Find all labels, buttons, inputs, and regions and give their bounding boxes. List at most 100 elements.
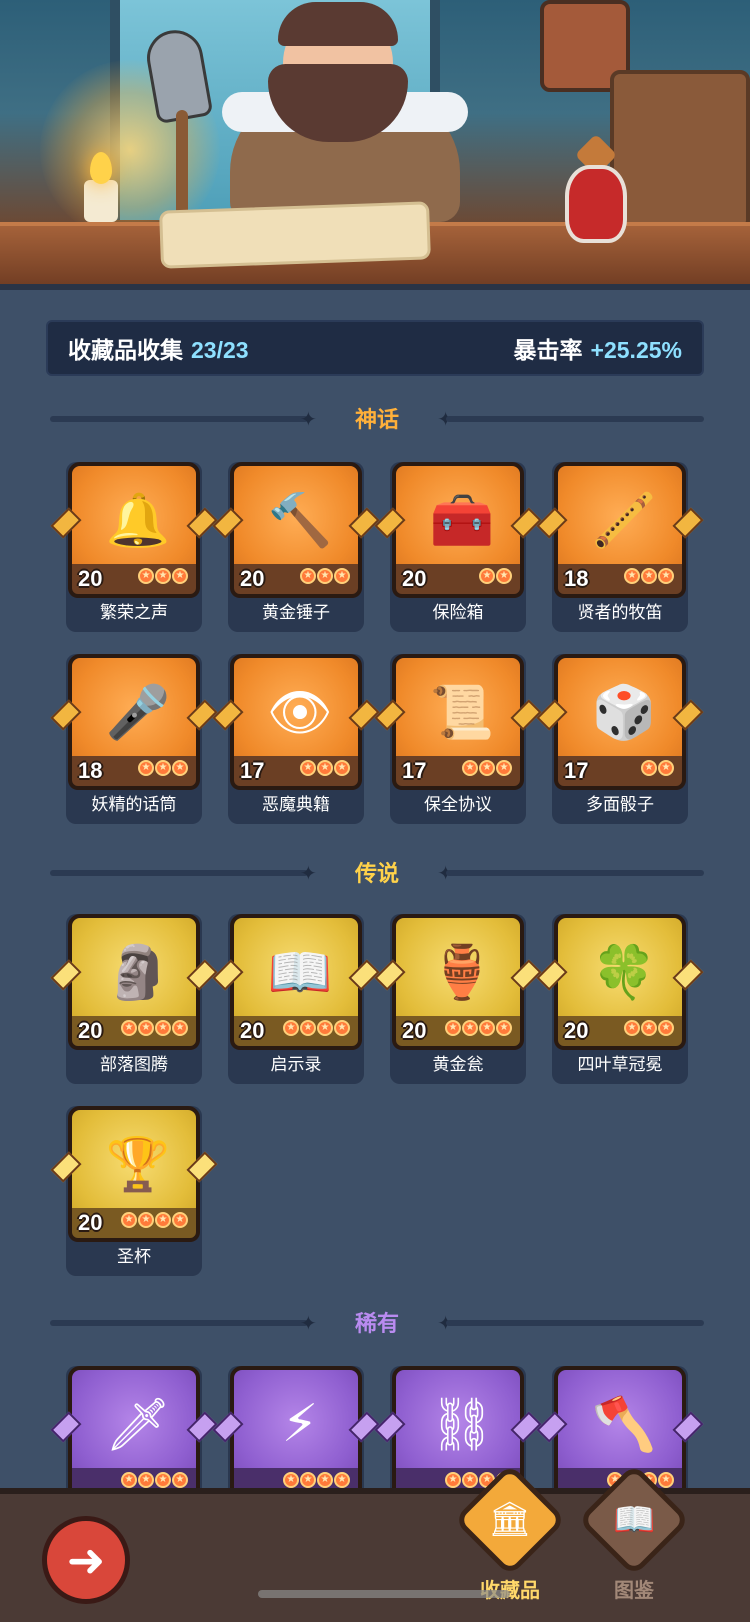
collectible-card[interactable]: 🎲 17 ★ ★ 多面骰子	[536, 654, 704, 824]
home-indicator	[258, 1590, 510, 1598]
collectible-card[interactable]: 🗿 20 ★ ★ ★ ★ 部落图腾	[50, 914, 218, 1084]
candle-decoration	[84, 180, 118, 222]
level-bar: 20 ★ ★ ★ ★	[230, 1016, 362, 1050]
item-level: 17	[402, 758, 427, 783]
star-rating: ★★★★	[445, 1020, 512, 1036]
star-icon: ★	[334, 1472, 350, 1488]
star-icon: ★	[334, 568, 350, 584]
item-name: 保全协议	[424, 795, 492, 814]
star-icon: ★	[641, 1020, 657, 1036]
collectible-card[interactable]: 🏆 20 ★ ★ ★ ★ 圣杯	[50, 1106, 218, 1276]
crit-value: +25.25%	[590, 337, 682, 363]
star-icon: ★	[283, 1020, 299, 1036]
scroll-icon: 📜	[429, 682, 495, 743]
candle-flame	[90, 152, 112, 184]
star-icon: ★	[121, 1472, 137, 1488]
microphone-icon: 🎤	[105, 682, 171, 743]
star-rating: ★ ★	[641, 760, 674, 776]
diamond-icon: ✦	[300, 407, 317, 431]
collectible-card[interactable]: 🎤 18 ★ ★ ★ 妖精的话筒	[50, 654, 218, 824]
level-bar: 17 ★ ★ ★	[230, 756, 362, 790]
open-book-icon: 📖	[267, 942, 333, 1003]
star-icon: ★	[155, 1212, 171, 1228]
star-icon: ★	[172, 568, 188, 584]
star-icon: ★	[138, 760, 154, 776]
bell-icon: 🔔	[105, 490, 171, 551]
item-level: 18	[78, 758, 103, 783]
divider-line	[446, 1320, 704, 1326]
collectible-card[interactable]: 🪈 18 ★ ★ ★ 贤者的牧笛	[536, 462, 704, 632]
star-icon: ★	[300, 760, 316, 776]
demon-book-icon: 👁	[266, 682, 333, 743]
item-level: 17	[240, 758, 265, 783]
collectible-card[interactable]: 🍀 20 ★ ★ ★ 四叶草冠冕	[536, 914, 704, 1084]
lightning-gem-icon: ⚡	[281, 1394, 319, 1454]
back-button[interactable]: ➜	[42, 1516, 130, 1604]
bottom-nav: ➜ 🏛 收藏品 📖 图鉴	[0, 1463, 750, 1622]
star-icon: ★	[172, 1472, 188, 1488]
star-rating: ★ ★ ★	[624, 1020, 674, 1036]
star-icon: ★	[172, 1020, 188, 1036]
item-level: 20	[78, 1018, 103, 1043]
crit-label: 暴击率	[513, 337, 583, 363]
item-name: 四叶草冠冕	[577, 1055, 663, 1074]
shovel-handle	[176, 110, 188, 220]
treasure-map-decoration	[159, 201, 431, 269]
star-icon: ★	[138, 1212, 154, 1228]
star-rating: ★ ★ ★	[300, 760, 350, 776]
star-icon: ★	[334, 1020, 350, 1036]
grail-icon: 🏆	[105, 1134, 171, 1195]
level-bar: 20 ★ ★ ★ ★	[392, 1016, 524, 1050]
collectible-card[interactable]: 📜 17 ★ ★ ★ 保全协议	[374, 654, 542, 824]
tab-collection[interactable]: 🏛 收藏品	[453, 1463, 567, 1604]
star-rating: ★★★★	[121, 1020, 188, 1036]
star-rating: ★ ★ ★	[138, 568, 188, 584]
item-level: 20	[240, 1018, 265, 1043]
flute-icon: 🪈	[591, 490, 657, 551]
item-level: 20	[402, 566, 427, 591]
tab-collection-label: 收藏品	[480, 1580, 540, 1602]
star-icon: ★	[300, 568, 316, 584]
star-icon: ★	[172, 760, 188, 776]
collection-value: 23/23	[191, 337, 249, 363]
tab-codex[interactable]: 📖 图鉴	[577, 1463, 691, 1604]
item-name: 圣杯	[117, 1247, 151, 1266]
collectible-card[interactable]: 👁 17 ★ ★ ★ 恶魔典籍	[212, 654, 380, 824]
section-title-rare: 稀有	[354, 1311, 399, 1336]
level-bar: 20 ★ ★ ★	[230, 564, 362, 598]
star-rating: ★★★★	[121, 1212, 188, 1228]
star-rating: ★ ★ ★	[300, 568, 350, 584]
divider-line	[50, 1320, 308, 1326]
collection-summary-bar: 收藏品收集 23/23 暴击率 +25.25%	[46, 320, 704, 376]
item-level: 17	[564, 758, 589, 783]
star-icon: ★	[658, 1020, 674, 1036]
hammer-icon: 🔨	[267, 490, 333, 551]
collectible-card[interactable]: 📖 20 ★ ★ ★ ★ 启示录	[212, 914, 380, 1084]
star-rating: ★ ★ ★	[462, 760, 512, 776]
collectible-card[interactable]: 🧰 20 ★ ★ 保险箱	[374, 462, 542, 632]
back-arrow-icon: ➜	[66, 1533, 106, 1587]
star-icon: ★	[658, 568, 674, 584]
collectible-card[interactable]: 🏺 20 ★ ★ ★ ★ 黄金瓮	[374, 914, 542, 1084]
item-name: 贤者的牧笛	[577, 603, 663, 622]
collection-label: 收藏品收集	[68, 337, 183, 363]
star-rating: ★ ★	[479, 568, 512, 584]
star-icon: ★	[479, 568, 495, 584]
level-bar: 17 ★ ★	[554, 756, 686, 790]
star-icon: ★	[121, 1020, 137, 1036]
star-icon: ★	[641, 568, 657, 584]
star-icon: ★	[317, 1020, 333, 1036]
star-rating: ★★★★	[121, 1472, 188, 1488]
vine-shackles-icon: ⛓	[428, 1394, 495, 1455]
star-rating: ★ ★ ★	[138, 760, 188, 776]
collectible-card[interactable]: 🔨 20 ★ ★ ★ 黄金锤子	[212, 462, 380, 632]
item-name: 启示录	[270, 1055, 322, 1074]
item-level: 18	[564, 566, 589, 591]
dice-icon: 🎲	[591, 682, 657, 743]
star-icon: ★	[496, 1020, 512, 1036]
clover-crown-icon: 🍀	[591, 942, 657, 1003]
item-name: 黄金锤子	[262, 603, 330, 622]
section-header-rare: ✦ 稀有 ✦	[50, 1305, 704, 1339]
collectible-card[interactable]: 🔔 20 ★ ★ ★ 繁荣之声	[50, 462, 218, 632]
level-bar: 20 ★ ★ ★ ★	[68, 1208, 200, 1242]
